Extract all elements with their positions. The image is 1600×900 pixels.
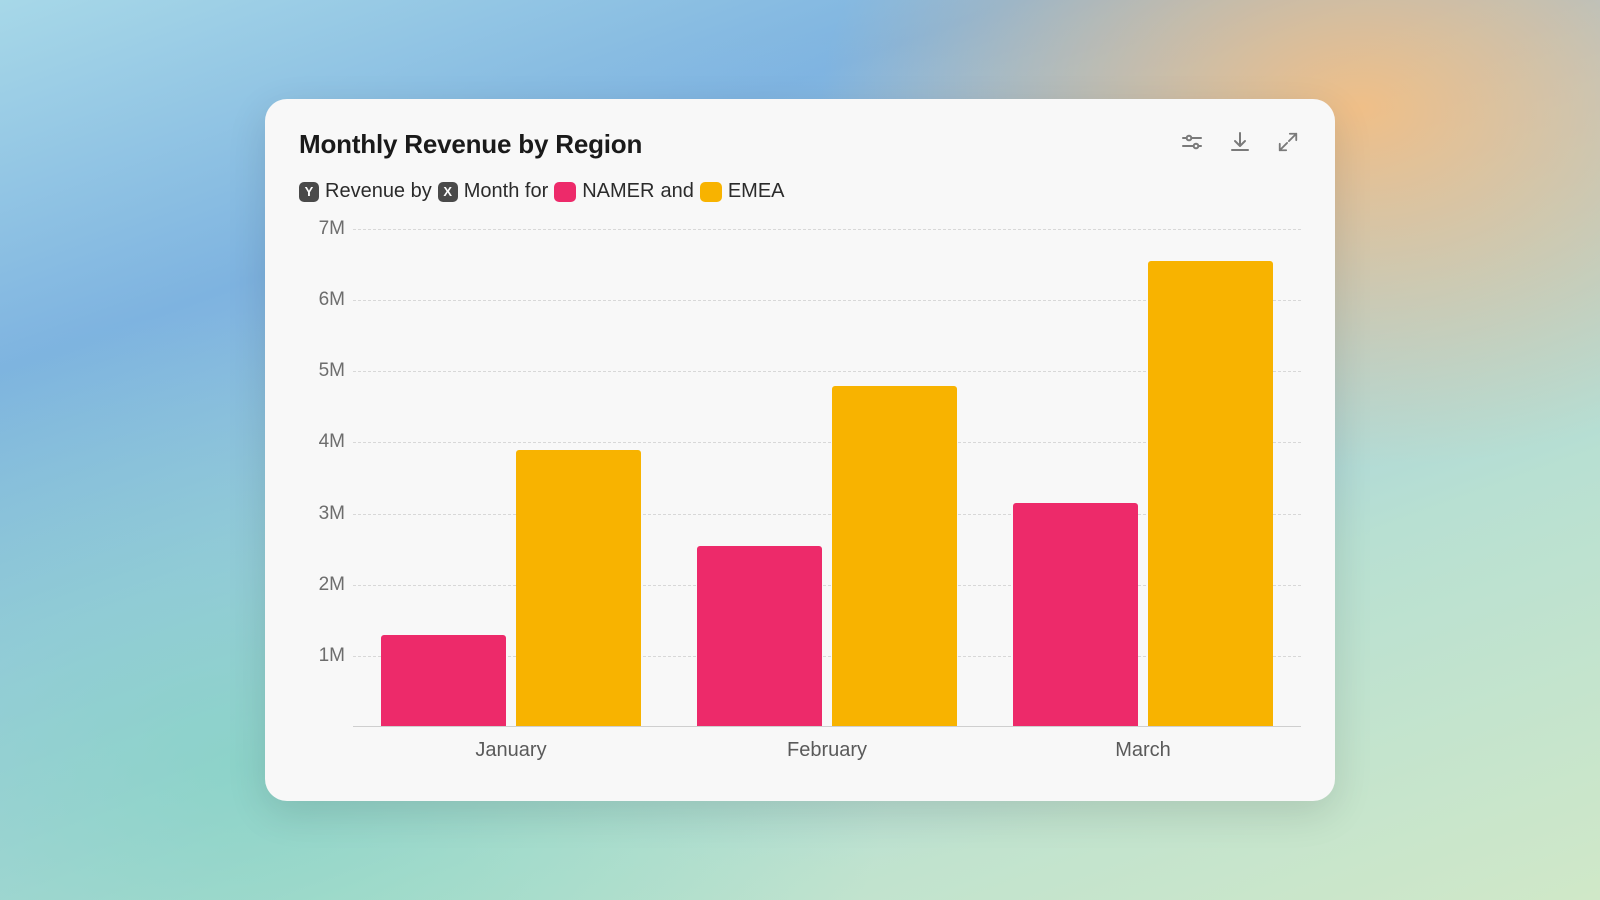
x-axis-pill: X <box>438 182 458 202</box>
y-tick-label: 1M <box>319 645 345 667</box>
bar-emea[interactable] <box>516 450 641 727</box>
x-tick-label: March <box>985 727 1301 773</box>
legend-joiner: and <box>660 180 693 203</box>
bar-namer[interactable] <box>697 546 822 727</box>
expand-icon <box>1277 131 1299 158</box>
y-tick-label: 5M <box>319 360 345 382</box>
download-icon <box>1228 130 1252 159</box>
bar-namer[interactable] <box>381 635 506 727</box>
baseline <box>353 726 1301 727</box>
chart-legend: Y Revenue by X Month for NAMER and EMEA <box>299 180 1301 203</box>
y-axis-pill: Y <box>299 182 319 202</box>
y-tick-label: 3M <box>319 503 345 525</box>
card-header: Monthly Revenue by Region <box>299 129 1301 160</box>
bars-layer <box>353 229 1301 727</box>
chart-title: Monthly Revenue by Region <box>299 129 642 160</box>
legend-swatch-namer <box>554 182 576 202</box>
settings-button[interactable] <box>1179 131 1205 157</box>
chart-area: 1M2M3M4M5M6M7M <box>299 229 1301 727</box>
download-button[interactable] <box>1227 131 1253 157</box>
x-axis: JanuaryFebruaryMarch <box>299 727 1301 773</box>
bar-emea[interactable] <box>832 386 957 727</box>
bar-group <box>985 229 1301 727</box>
legend-text-revenue: Revenue by <box>325 180 432 203</box>
y-tick-label: 7M <box>319 218 345 240</box>
plot-area <box>353 229 1301 727</box>
expand-button[interactable] <box>1275 131 1301 157</box>
sliders-icon <box>1180 130 1204 159</box>
x-tick-label: February <box>669 727 985 773</box>
legend-label-namer: NAMER <box>582 180 654 203</box>
x-tick-label: January <box>353 727 669 773</box>
y-axis: 1M2M3M4M5M6M7M <box>299 229 353 727</box>
chart-card: Monthly Revenue by Region <box>265 99 1335 801</box>
legend-swatch-emea <box>700 182 722 202</box>
y-tick-label: 2M <box>319 574 345 596</box>
legend-label-emea: EMEA <box>728 180 785 203</box>
bar-group <box>353 229 669 727</box>
bar-emea[interactable] <box>1148 261 1273 727</box>
bar-group <box>669 229 985 727</box>
y-tick-label: 4M <box>319 431 345 453</box>
bar-namer[interactable] <box>1013 503 1138 727</box>
y-tick-label: 6M <box>319 289 345 311</box>
legend-text-month: Month for <box>464 180 548 203</box>
chart-actions <box>1179 129 1301 157</box>
